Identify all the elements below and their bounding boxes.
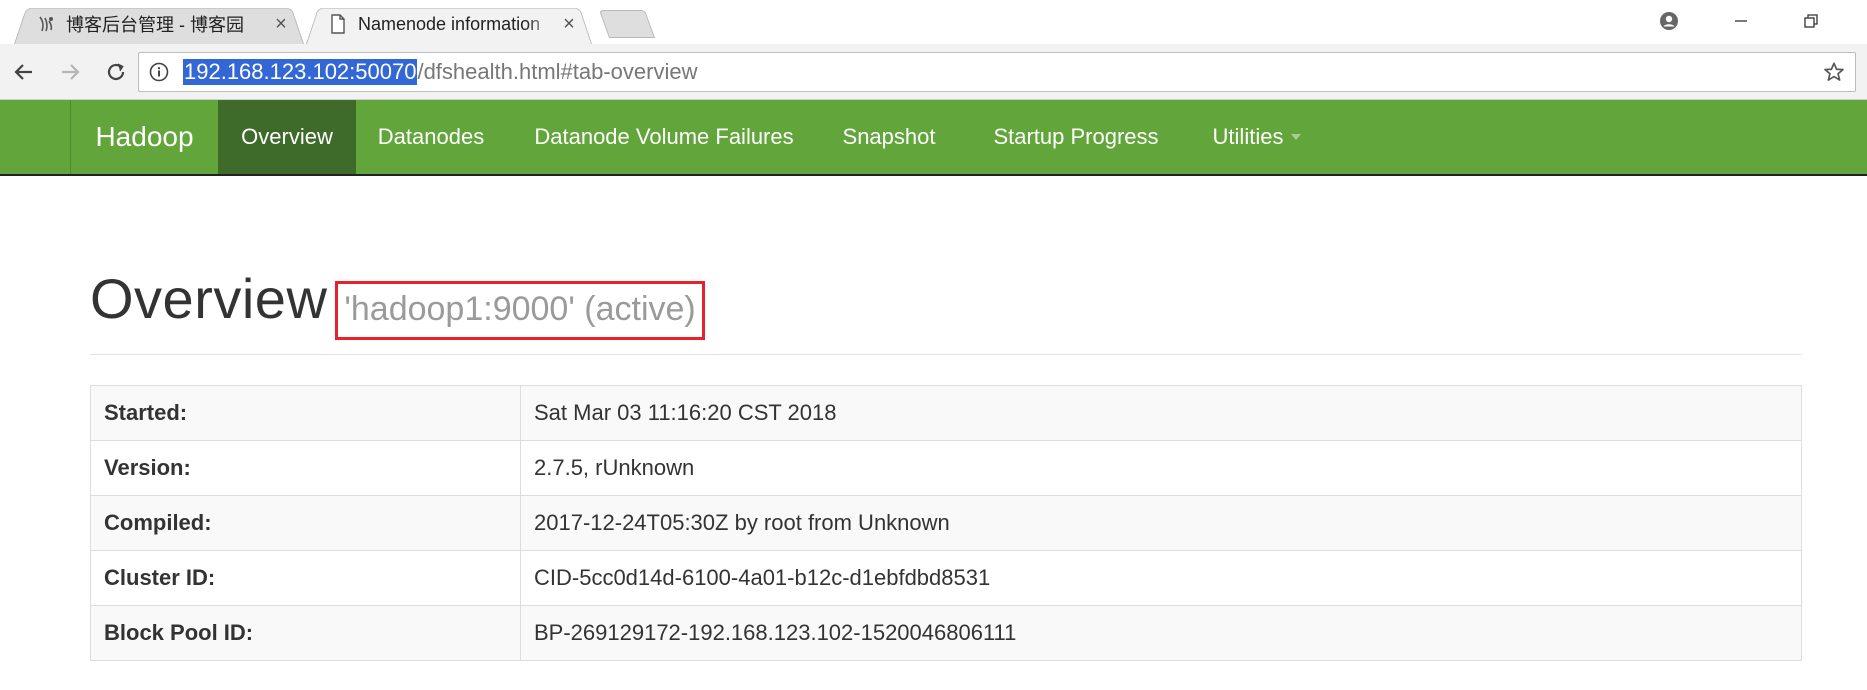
- nav-datanodes[interactable]: Datanodes: [356, 100, 506, 174]
- address-bar[interactable]: 192.168.123.102:50070/dfshealth.html#tab…: [138, 52, 1856, 92]
- browser-tab-cnblogs[interactable]: 博客后台管理 - 博客园 ×: [14, 4, 304, 45]
- minimize-icon[interactable]: [1718, 6, 1764, 36]
- divider: [90, 354, 1802, 355]
- row-key: Version:: [90, 440, 521, 496]
- page-heading: Overview 'hadoop1:9000' (active): [90, 266, 705, 340]
- bookmark-star-icon[interactable]: [1821, 59, 1847, 85]
- row-value: BP-269129172-192.168.123.102-15200468061…: [520, 605, 1802, 661]
- row-key: Started:: [90, 385, 521, 441]
- table-row: Version: 2.7.5, rUnknown: [90, 440, 1802, 496]
- nav-snapshot[interactable]: Snapshot: [822, 100, 956, 174]
- back-arrow-icon[interactable]: [2, 52, 46, 92]
- nav-overview[interactable]: Overview: [218, 100, 356, 174]
- page-icon: [328, 14, 348, 34]
- row-value: 2017-12-24T05:30Z by root from Unknown: [520, 495, 1802, 551]
- row-key: Compiled:: [90, 495, 521, 551]
- forward-arrow-icon[interactable]: [48, 52, 92, 92]
- row-value: CID-5cc0d14d-6100-4a01-b12c-d1ebfdbd8531: [520, 550, 1802, 606]
- row-key: Cluster ID:: [90, 550, 521, 606]
- tab-title: 博客后台管理 - 博客园: [66, 15, 244, 35]
- cnblogs-icon: [36, 14, 56, 34]
- nav-datanode-volume-failures[interactable]: Datanode Volume Failures: [506, 100, 822, 174]
- profile-icon[interactable]: [1646, 6, 1692, 36]
- namenode-status-subtitle: 'hadoop1:9000' (active): [335, 281, 705, 340]
- brand-link[interactable]: Hadoop: [70, 100, 218, 174]
- url-path[interactable]: /dfshealth.html#tab-overview: [417, 59, 697, 85]
- table-row: Compiled: 2017-12-24T05:30Z by root from…: [90, 495, 1802, 551]
- table-row: Block Pool ID: BP-269129172-192.168.123.…: [90, 605, 1802, 661]
- row-key: Block Pool ID:: [90, 605, 521, 661]
- nav-utilities-label: Utilities: [1212, 124, 1284, 149]
- hadoop-navbar: Hadoop Overview Datanodes Datanode Volum…: [0, 100, 1867, 176]
- info-icon[interactable]: [147, 60, 171, 84]
- close-tab-icon[interactable]: ×: [556, 13, 582, 36]
- reload-icon[interactable]: [94, 52, 138, 92]
- restore-icon[interactable]: [1788, 6, 1834, 36]
- nav-startup-progress[interactable]: Startup Progress: [956, 100, 1196, 174]
- close-tab-icon[interactable]: ×: [268, 13, 294, 36]
- row-value: 2.7.5, rUnknown: [520, 440, 1802, 496]
- table-row: Cluster ID: CID-5cc0d14d-6100-4a01-b12c-…: [90, 550, 1802, 606]
- browser-tabstrip: 博客后台管理 - 博客园 × Namenode information ×: [0, 0, 1867, 45]
- overview-table: Started: Sat Mar 03 11:16:20 CST 2018 Ve…: [90, 385, 1802, 661]
- new-tab-button[interactable]: [598, 10, 656, 38]
- browser-tab-namenode[interactable]: Namenode information ×: [306, 4, 592, 45]
- nav-utilities-dropdown[interactable]: Utilities: [1184, 100, 1330, 174]
- table-row: Started: Sat Mar 03 11:16:20 CST 2018: [90, 385, 1802, 441]
- url-host[interactable]: 192.168.123.102:50070: [183, 59, 418, 85]
- browser-toolbar: 192.168.123.102:50070/dfshealth.html#tab…: [0, 44, 1867, 100]
- caret-down-icon: [1291, 134, 1302, 140]
- tab-title: Namenode information: [358, 13, 541, 34]
- row-value: Sat Mar 03 11:16:20 CST 2018: [520, 385, 1802, 441]
- page-title: Overview: [90, 267, 328, 330]
